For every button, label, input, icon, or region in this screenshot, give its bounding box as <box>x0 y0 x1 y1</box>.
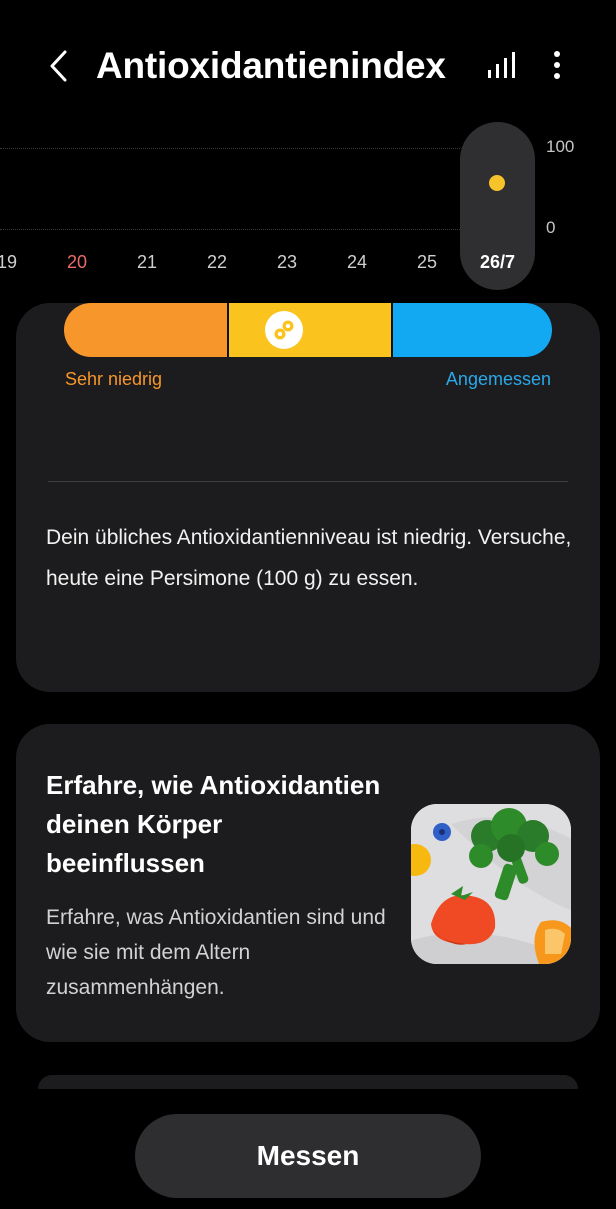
advice-text: Dein übliches Antioxidantienniveau ist n… <box>46 526 572 590</box>
selected-day-dot <box>489 175 505 191</box>
chevron-left-icon <box>50 50 67 82</box>
page-title: Antioxidantienindex <box>96 45 446 86</box>
y-axis-max-label: 100 <box>546 137 575 156</box>
antioxidant-marker-icon <box>274 320 294 340</box>
day-label[interactable]: 21 <box>127 252 167 273</box>
y-axis-min-label: 0 <box>546 218 556 237</box>
more-options-button[interactable] <box>540 46 574 86</box>
scale-low-label: Sehr niedrig <box>65 369 163 389</box>
more-vertical-icon <box>554 51 560 79</box>
day-label[interactable]: 19 <box>0 252 27 273</box>
back-button[interactable] <box>38 46 78 86</box>
scale-segment-low <box>64 303 227 357</box>
learn-more-title: Erfahre, wie Antioxidantien deinen Körpe… <box>46 770 381 878</box>
divider <box>48 481 568 482</box>
day-label[interactable]: 24 <box>337 252 377 273</box>
grid-line-bottom <box>0 229 460 230</box>
day-label[interactable]: 25 <box>407 252 447 273</box>
selected-day-label: 26/7 <box>479 252 516 272</box>
day-label[interactable]: 20 <box>57 252 97 273</box>
learn-more-body: Erfahre, was Antioxidantien sind und wie… <box>46 906 386 999</box>
grid-line-top <box>0 148 460 149</box>
next-card-edge <box>38 1075 578 1089</box>
bar-chart-icon <box>488 52 515 78</box>
chart-button[interactable] <box>482 48 522 84</box>
day-label[interactable]: 22 <box>197 252 237 273</box>
measure-button[interactable]: Messen <box>135 1114 481 1198</box>
scale-segment-adequate <box>393 303 552 357</box>
level-scale <box>64 303 552 357</box>
scale-high-label: Angemessen <box>445 369 551 389</box>
antioxidant-level-card: Sehr niedrig Angemessen Dein übliches An… <box>16 303 600 692</box>
scale-segment-medium <box>229 303 391 357</box>
level-marker <box>265 311 303 349</box>
learn-more-card[interactable]: Erfahre, wie Antioxidantien deinen Körpe… <box>16 724 600 1042</box>
fruits-vegetables-illustration-icon <box>411 804 571 964</box>
day-label[interactable]: 23 <box>267 252 307 273</box>
